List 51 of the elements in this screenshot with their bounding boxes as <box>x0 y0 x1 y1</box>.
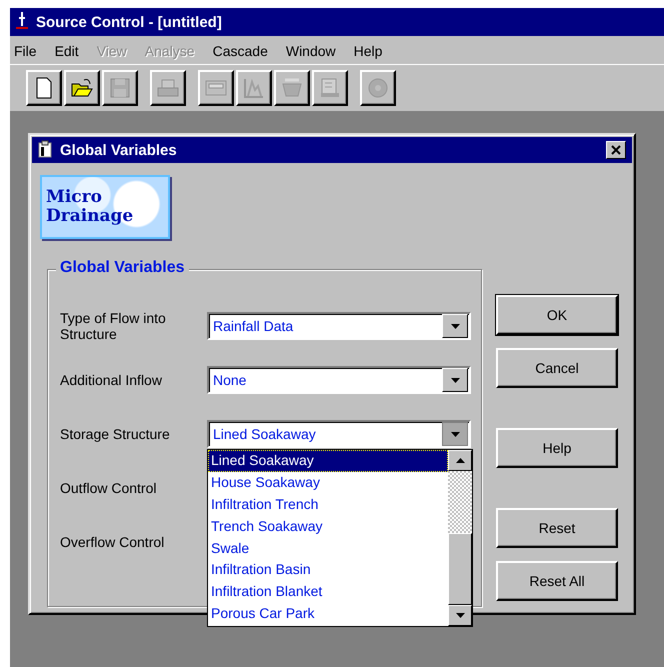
dropdown-field[interactable]: None <box>207 366 471 394</box>
scroll-up-button[interactable] <box>448 450 472 471</box>
list-option[interactable]: Infiltration Basin <box>208 559 448 582</box>
dropdown-arrow-icon <box>450 378 460 382</box>
dropdown-value: None <box>213 372 246 388</box>
scroll-down-button[interactable] <box>448 605 472 626</box>
window-title: Source Control - [untitled] <box>36 14 222 30</box>
toolbar-button[interactable] <box>64 70 100 106</box>
dropdown-field[interactable]: Rainfall Data <box>207 312 471 340</box>
scroll-up-icon <box>456 458 464 463</box>
menu-item[interactable]: Cascade <box>210 43 270 59</box>
list-option[interactable]: Swale <box>208 538 448 560</box>
dialog-button[interactable]: Reset All <box>496 561 618 601</box>
close-icon <box>611 145 621 155</box>
document-icon <box>318 76 342 100</box>
dialog-button[interactable]: Help <box>496 428 618 468</box>
close-button[interactable] <box>606 141 626 159</box>
list-option[interactable]: Lined Soakaway <box>208 450 448 472</box>
dropdown-field[interactable]: Lined Soakaway <box>207 420 471 448</box>
disc-icon <box>366 76 390 100</box>
list-option[interactable]: Infiltration Blanket <box>208 581 448 604</box>
dropdown-value: Rainfall Data <box>213 318 294 334</box>
scroll-thumb[interactable] <box>448 533 472 605</box>
logo-text: Micro <box>46 188 103 207</box>
dialog-title: Global Variables <box>60 142 178 158</box>
dialog-button[interactable]: OK <box>496 295 618 335</box>
graph-icon <box>242 76 266 100</box>
list-option[interactable]: Porous Car Park <box>208 603 448 626</box>
dialog-button[interactable]: Reset <box>496 508 618 548</box>
dropdown-arrow-icon <box>450 432 460 436</box>
menu-item[interactable]: File <box>12 43 39 59</box>
field-label: Additional Inflow <box>60 372 163 388</box>
scroll-down-icon <box>456 613 464 618</box>
list-option[interactable]: Trench Soakaway <box>208 516 448 538</box>
clipboard-icon <box>38 140 52 160</box>
menu-item[interactable]: Help <box>352 43 384 59</box>
menu-item[interactable]: Edit <box>52 43 81 59</box>
toolbar-button[interactable] <box>26 70 62 106</box>
menu-item[interactable]: Window <box>284 43 338 59</box>
dropdown-arrow-button[interactable] <box>442 422 468 446</box>
scrollbar[interactable] <box>448 450 472 626</box>
field-label: Storage Structure <box>60 426 171 442</box>
dropdown-arrow-icon <box>450 324 460 328</box>
field-label: Outflow Control <box>60 480 158 496</box>
logo-text: Drainage <box>46 207 134 226</box>
dialog-button[interactable]: Cancel <box>496 348 618 388</box>
dropdown-value: Lined Soakaway <box>213 426 316 442</box>
list-option[interactable]: House Soakaway <box>208 472 448 494</box>
list-option[interactable]: Infiltration Trench <box>208 494 448 516</box>
field-label: Type of Flow into Structure <box>60 310 167 342</box>
field-label: Overflow Control <box>60 534 166 550</box>
